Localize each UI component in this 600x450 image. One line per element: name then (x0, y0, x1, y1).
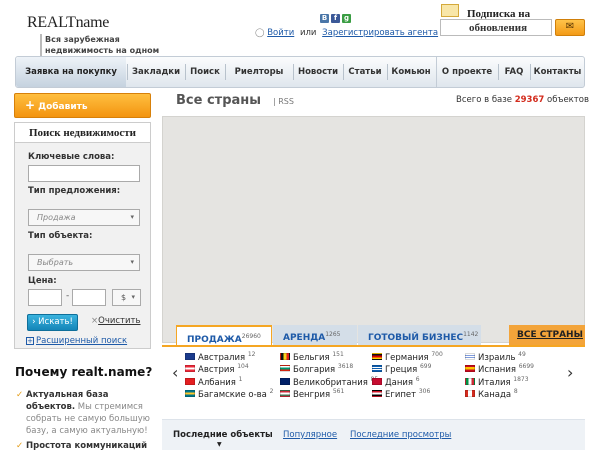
search-panel-title: Поиск недвижимости (15, 123, 150, 143)
country-item[interactable]: Египет 306 (372, 388, 430, 400)
chevron-down-icon: ▾ (130, 258, 134, 266)
social-links: В f g (320, 14, 351, 23)
google-icon[interactable]: g (342, 14, 351, 23)
chevron-down-icon: ▾ (130, 213, 134, 221)
tab-rent[interactable]: АРЕНДА1265 (273, 325, 357, 345)
page-title: Все страны (176, 93, 262, 108)
country-item[interactable]: Великобритания 85 (280, 376, 378, 388)
clear-button[interactable]: ×Очистить (91, 316, 140, 326)
country-item[interactable]: Бельгия 151 (280, 351, 344, 363)
chevron-left-icon[interactable]: ‹ (172, 363, 178, 382)
register-agent-link[interactable]: Зарегистрировать агента (322, 28, 438, 38)
rss-link[interactable]: | RSS (273, 97, 294, 106)
advanced-search-link[interactable]: + Расширенный поиск (26, 336, 127, 346)
or-text: или (299, 28, 317, 38)
search-panel: Поиск недвижимости Ключевые слова: Тип п… (14, 122, 151, 349)
nav-contacts[interactable]: Контакты (531, 57, 584, 87)
keywords-label: Ключевые слова: (28, 152, 115, 162)
nav-purchase-request[interactable]: Заявка на покупку (16, 57, 126, 87)
object-type-select[interactable]: Выбрать ▾ (28, 254, 140, 271)
country-item[interactable]: Канада 8 (465, 388, 518, 400)
check-icon: ✓ (16, 390, 24, 400)
country-item[interactable]: Австрия 104 (185, 363, 249, 375)
nav-about[interactable]: О проекте (437, 57, 497, 87)
add-listing-button[interactable]: +Добавить объявление (14, 93, 151, 135)
user-icon: ◯ (255, 28, 265, 38)
price-dash: - (66, 291, 70, 301)
total-count: Всего в базе 29367 объектов (456, 95, 589, 105)
subscribe-envelope-icon (441, 4, 459, 17)
nav-realtors[interactable]: Риелторы (226, 57, 292, 87)
check-icon: ✓ (16, 441, 24, 450)
why-title: Почему realt.name? (15, 365, 153, 379)
site-logo[interactable]: REALTname (27, 14, 109, 32)
country-item[interactable]: Испания 6699 (465, 363, 534, 375)
keywords-input[interactable] (28, 165, 140, 182)
why-item: ✓ Актуальная база объектов. Мы стремимся … (16, 390, 150, 436)
country-item[interactable]: Болгария 3618 (280, 363, 353, 375)
tab-latest-objects[interactable]: Последние объекты ▼ (173, 430, 273, 448)
object-type-label: Тип объекта: (28, 231, 93, 241)
country-item[interactable]: Германия 700 (372, 351, 443, 363)
nav-news[interactable]: Новости (294, 57, 342, 87)
nav-articles[interactable]: Статьи (344, 57, 386, 87)
price-label: Цена: (28, 276, 57, 286)
tab-business[interactable]: ГОТОВЫЙ БИЗНЕС1142 (358, 325, 481, 345)
country-item[interactable]: Дания 6 (372, 376, 420, 388)
world-map[interactable] (162, 116, 585, 343)
country-list: ‹ › Австралия 12 Бельгия 151 Германия 70… (162, 345, 585, 403)
tab-all-countries[interactable]: ВСЕ СТРАНЫ (509, 325, 585, 345)
arrow-right-icon: › (32, 317, 36, 327)
facebook-icon[interactable]: f (331, 14, 340, 23)
nav-bookmarks[interactable]: Закладки (128, 57, 184, 87)
nav-search[interactable]: Поиск (186, 57, 224, 87)
envelope-icon: ✉ (565, 21, 575, 32)
country-item[interactable]: Албания 1 (185, 376, 242, 388)
subscribe-button[interactable]: ✉ (555, 19, 585, 36)
plus-square-icon: + (26, 337, 34, 345)
price-max-input[interactable] (72, 289, 106, 306)
offer-type-select[interactable]: Продажа ▾ (28, 209, 140, 226)
country-item[interactable]: Багамские о-ва 2 (185, 388, 273, 400)
why-item: ✓ Простота коммуникаций (16, 441, 148, 450)
search-button[interactable]: › Искать! (27, 314, 78, 331)
tab-popular[interactable]: Популярное (283, 430, 337, 440)
subscribe-input[interactable]: обновления (440, 19, 552, 36)
price-min-input[interactable] (28, 289, 62, 306)
main-nav: Заявка на покупку Закладки Поиск Риелтор… (15, 56, 585, 88)
nav-faq[interactable]: FAQ (499, 57, 529, 87)
chevron-down-icon: ▾ (131, 293, 135, 301)
plus-icon: + (25, 98, 36, 112)
bottom-tabs: Последние объекты ▼ Популярное Последние … (162, 419, 585, 450)
vk-icon[interactable]: В (320, 14, 329, 23)
country-item[interactable]: Израиль 49 (465, 351, 526, 363)
country-item[interactable]: Австралия 12 (185, 351, 255, 363)
offer-type-label: Тип предложения: (28, 186, 121, 196)
country-item[interactable]: Греция 699 (372, 363, 431, 375)
country-item[interactable]: Италия 1873 (465, 376, 529, 388)
chevron-right-icon[interactable]: › (567, 363, 573, 382)
login-link[interactable]: Войти (267, 28, 294, 38)
caret-down-icon: ▼ (217, 441, 222, 448)
currency-select[interactable]: $ ▾ (112, 289, 141, 306)
login-row: ◯ Войти или Зарегистрировать агента (255, 28, 438, 38)
country-item[interactable]: Венгрия 561 (280, 388, 344, 400)
tab-recent-views[interactable]: Последние просмотры (350, 430, 451, 440)
nav-community[interactable]: Комьюн (388, 57, 434, 87)
tab-sale[interactable]: ПРОДАЖА26960 (176, 325, 272, 345)
